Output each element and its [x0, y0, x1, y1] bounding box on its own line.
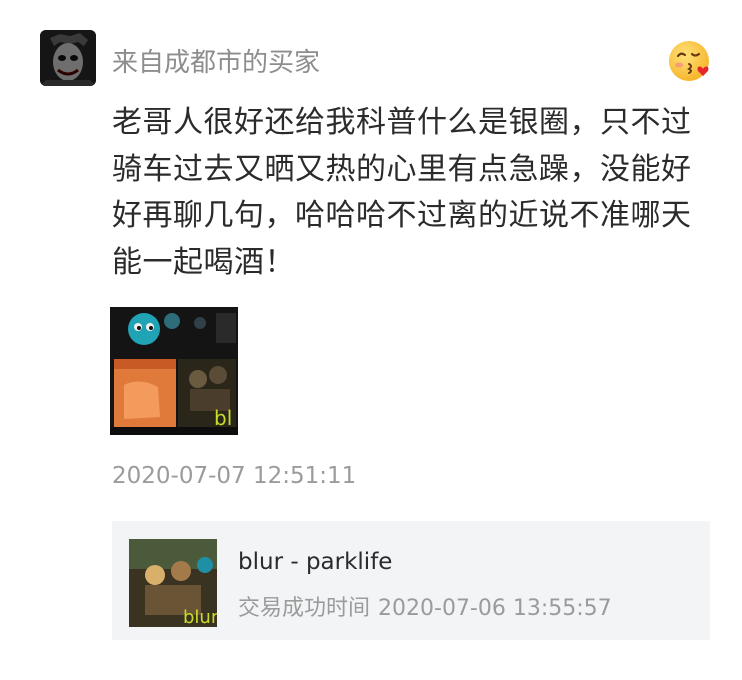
- product-title[interactable]: blur - parklife: [238, 549, 392, 575]
- kissing-face-with-heart-icon: [667, 38, 713, 84]
- review-comment: 老哥人很好还给我科普什么是银圈，只不过骑车过去又晒又热的心里有点急躁，没能好好再…: [112, 105, 692, 280]
- svg-text:blur: blur: [183, 607, 217, 627]
- svg-text:bl: bl: [214, 406, 232, 430]
- deal-status-time: 2020-07-06 13:55:57: [378, 596, 612, 621]
- product-thumbnail[interactable]: blur: [129, 539, 217, 627]
- order-info-card[interactable]: blur blur - parklife 交易成功时间 2020-07-06 13…: [112, 521, 710, 640]
- review-photo[interactable]: bl: [110, 307, 238, 435]
- deal-status: 交易成功时间 2020-07-06 13:55:57: [238, 590, 612, 622]
- buyer-name: 来自成都市的买家: [112, 48, 321, 78]
- deal-status-label: 交易成功时间: [238, 596, 371, 621]
- review-timestamp: 2020-07-07 12:51:11: [112, 463, 357, 489]
- buyer-avatar[interactable]: [40, 30, 96, 86]
